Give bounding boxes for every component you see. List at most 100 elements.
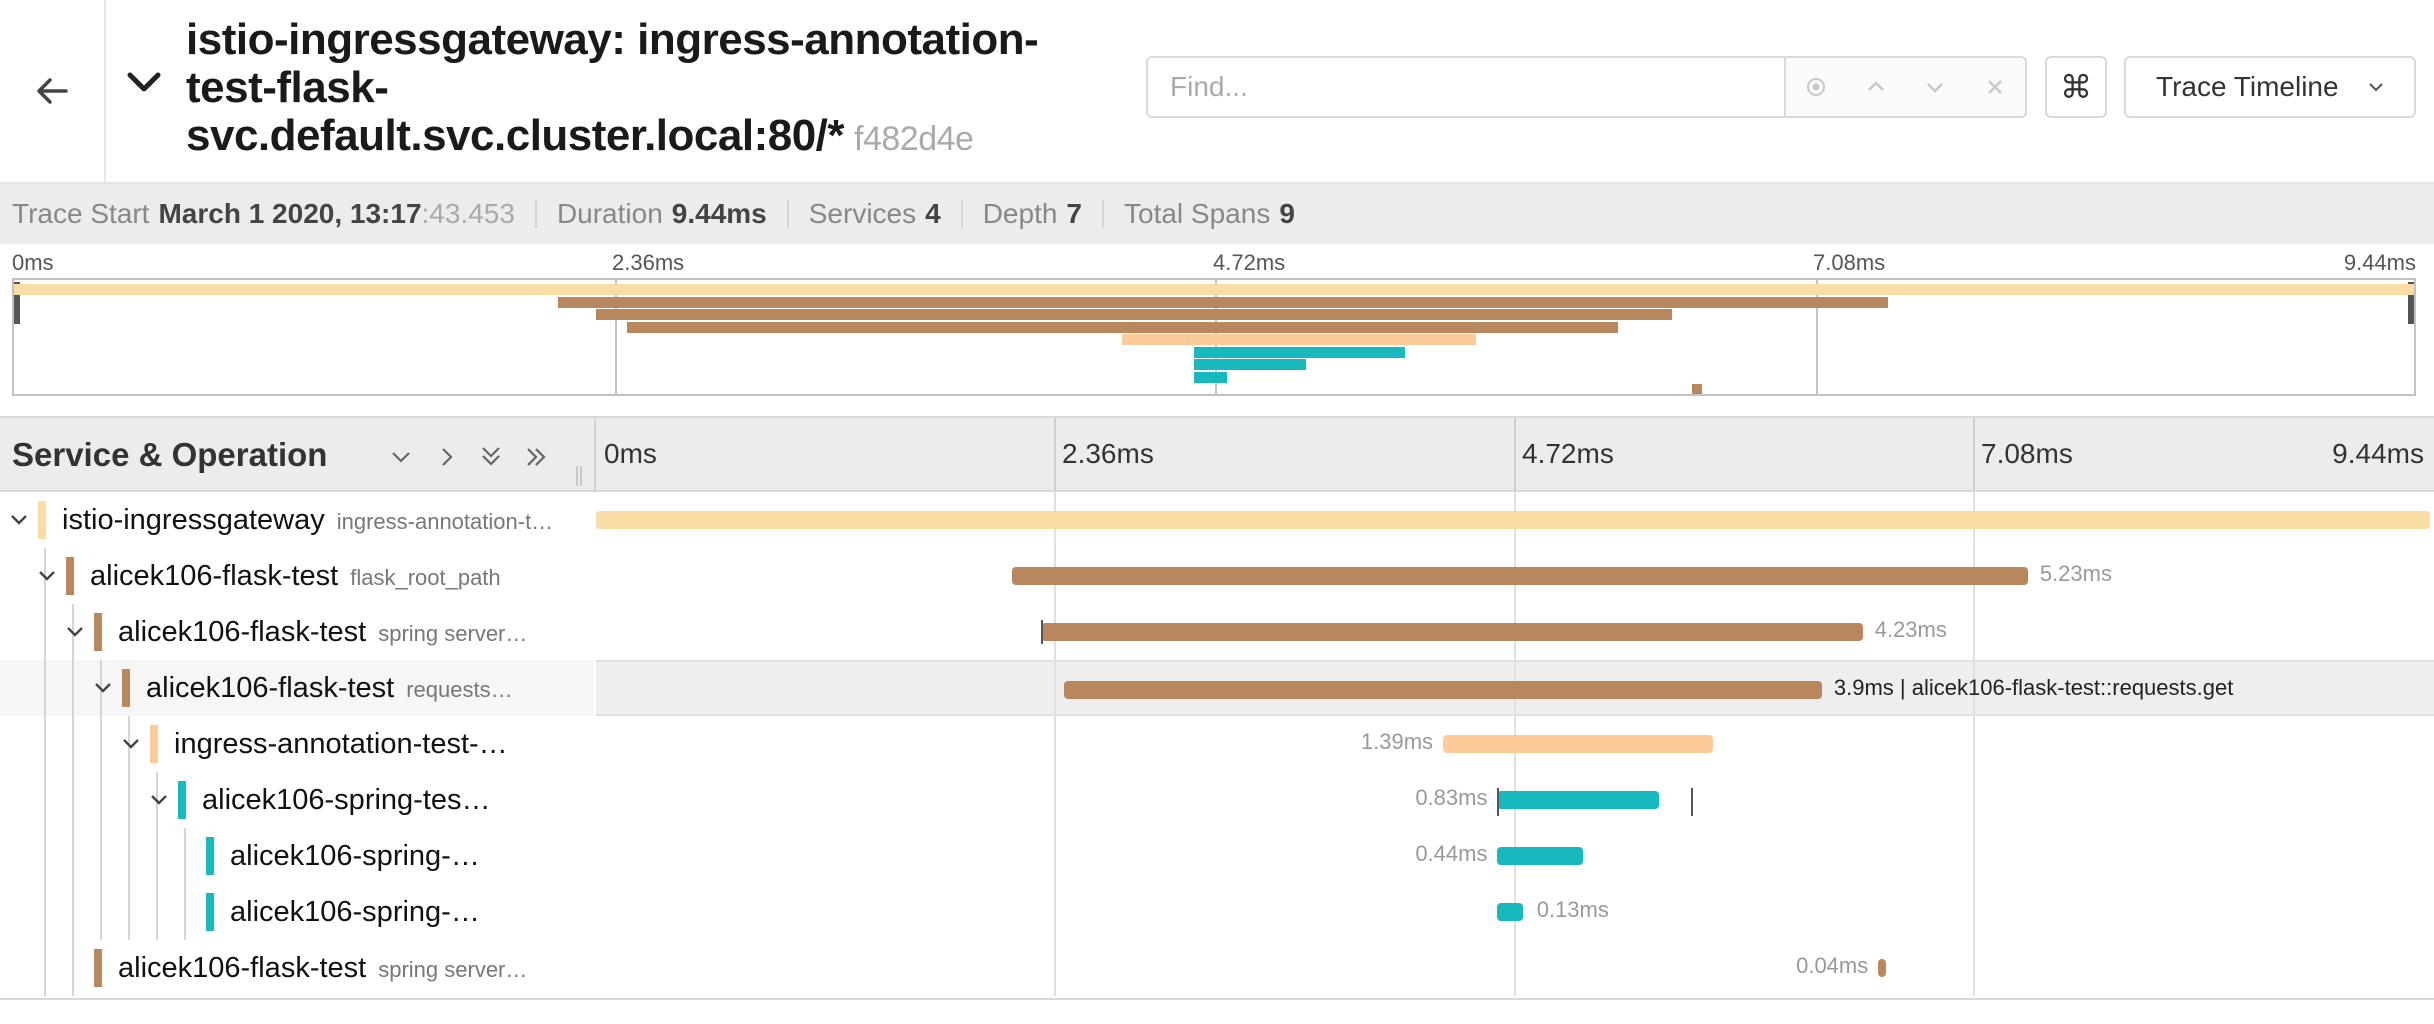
double-chevron-right-icon[interactable] [522, 442, 552, 472]
span-service-cell[interactable]: alicek106-flask-test requests… [0, 660, 594, 716]
tree-guide-line [100, 884, 102, 940]
service-name: alicek106-spring-… [230, 840, 480, 872]
timeline-header: Service & Operation 0ms 2.36ms 4.72ms 7.… [0, 416, 2434, 492]
view-selector[interactable]: Trace Timeline [2124, 56, 2416, 118]
depth-value: 7 [1066, 198, 1082, 229]
span-bar-cell[interactable]: 0.04ms [596, 940, 2434, 996]
span-bar[interactable] [1011, 567, 2028, 585]
services-value: 4 [925, 198, 941, 229]
minimap-span-bar [1691, 384, 1703, 394]
span-service-cell[interactable]: istio-ingressgateway ingress-annotation-t… [0, 492, 594, 548]
timeline-grid-line [1514, 940, 1516, 996]
timeline-tick: 0ms [604, 438, 657, 469]
tree-guide-line [72, 940, 74, 996]
span-row[interactable]: ingress-annotation-test-… 1.39ms [0, 716, 2434, 772]
span-row[interactable]: alicek106-spring-… 0.44ms [0, 828, 2434, 884]
find-actions [1786, 58, 2025, 116]
span-service-cell[interactable]: alicek106-spring-tes… [0, 772, 594, 828]
span-bar-cell[interactable]: 0.83ms [596, 772, 2434, 828]
minimap-canvas[interactable] [12, 278, 2416, 396]
timeline-grid-line [1054, 716, 1056, 772]
timeline-grid-line [1973, 772, 1975, 828]
chevron-down-icon[interactable] [88, 673, 118, 703]
span-bar-cell[interactable]: 3.9ms | alicek106-flask-test::requests.g… [596, 660, 2434, 718]
span-service-cell[interactable]: alicek106-flask-test flask_root_path [0, 548, 594, 604]
chevron-down-icon[interactable] [386, 442, 416, 472]
locate-icon[interactable] [1798, 69, 1834, 105]
tree-guide-line [100, 828, 102, 884]
chevron-down-icon[interactable] [32, 561, 62, 591]
span-service-cell[interactable]: ingress-annotation-test-… [0, 716, 594, 772]
span-bar-cell[interactable] [596, 492, 2434, 548]
span-row[interactable]: alicek106-spring-… 0.13ms [0, 884, 2434, 940]
span-service-cell[interactable]: alicek106-flask-test spring server… [0, 604, 594, 660]
span-bar-cell[interactable]: 0.13ms [596, 884, 2434, 940]
span-bar-cell[interactable]: 1.39ms [596, 716, 2434, 772]
span-label: alicek106-flask-test flask_root_path [90, 548, 582, 604]
chevron-down-icon[interactable] [4, 505, 34, 535]
span-row[interactable]: alicek106-flask-test flask_root_path 5.23m… [0, 548, 2434, 604]
span-log-marker[interactable] [1691, 788, 1694, 816]
span-bar[interactable] [1497, 791, 1659, 809]
operation-name: spring server… [378, 957, 528, 982]
find-input[interactable] [1148, 58, 1786, 116]
trace-minimap[interactable]: 0ms 2.36ms 4.72ms 7.08ms 9.44ms [0, 244, 2434, 416]
tree-guide-line [72, 884, 74, 940]
span-row[interactable]: alicek106-flask-test spring server… 0.04ms [0, 940, 2434, 996]
service-name: alicek106-flask-test [118, 952, 367, 984]
minimap-span-bar [1193, 346, 1405, 358]
chevron-right-icon[interactable] [432, 442, 462, 472]
duration-label: Duration [556, 198, 663, 229]
chevron-down-icon[interactable] [124, 62, 164, 102]
column-resizer-icon[interactable] [574, 466, 584, 486]
tree-guide-line [44, 884, 46, 940]
span-log-marker[interactable] [1497, 788, 1500, 816]
service-color-marker [150, 725, 158, 763]
span-label: alicek106-spring-… [230, 828, 582, 884]
depth: Depth 7 [983, 198, 1082, 230]
span-duration-label: 5.23ms [2039, 561, 2112, 586]
keyboard-shortcuts-button[interactable]: ⌘ [2045, 56, 2107, 118]
timeline-grid-line [1054, 662, 1056, 718]
chevron-down-icon[interactable] [60, 617, 90, 647]
span-duration-label: 1.39ms [1360, 729, 1434, 754]
span-log-marker[interactable] [1040, 620, 1043, 644]
service-name: alicek106-flask-test [90, 560, 339, 592]
span-row[interactable]: alicek106-flask-test requests… 3.9ms | ali… [0, 660, 2434, 718]
span-bar[interactable] [1497, 847, 1583, 865]
span-row[interactable]: alicek106-flask-test spring server… 4.23ms [0, 604, 2434, 660]
span-bar[interactable] [596, 511, 2430, 529]
span-bar[interactable] [1878, 959, 1887, 977]
back-button[interactable] [0, 0, 106, 182]
span-service-cell[interactable]: alicek106-flask-test spring server… [0, 940, 594, 996]
span-bar[interactable] [1040, 623, 1863, 641]
clear-icon[interactable] [1977, 69, 2013, 105]
span-service-cell[interactable]: alicek106-spring-… [0, 828, 594, 884]
span-bar[interactable] [1064, 681, 1822, 699]
chevron-down-icon[interactable] [116, 729, 146, 759]
tree-guide-line [44, 604, 46, 660]
span-bar[interactable] [1443, 735, 1714, 753]
span-row[interactable]: alicek106-spring-tes… 0.83ms [0, 772, 2434, 828]
service-color-marker [206, 837, 214, 875]
tree-guide-line [100, 716, 102, 772]
tree-guide-line [100, 772, 102, 828]
double-chevron-down-icon[interactable] [476, 442, 506, 472]
span-label: alicek106-flask-test spring server… [118, 604, 582, 660]
divider [0, 998, 2434, 1000]
span-duration-label: 4.23ms [1874, 617, 1947, 642]
span-duration-label: 0.83ms [1415, 785, 1488, 810]
span-bar-cell[interactable]: 5.23ms [596, 548, 2434, 604]
span-bar-cell[interactable]: 4.23ms [596, 604, 2434, 660]
chevron-up-icon[interactable] [1858, 69, 1894, 105]
divider [534, 200, 537, 228]
timeline-grid-line [1054, 772, 1056, 828]
span-label: alicek106-flask-test requests… [146, 660, 582, 716]
span-row[interactable]: istio-ingressgateway ingress-annotation-t… [0, 492, 2434, 548]
span-bar-cell[interactable]: 0.44ms [596, 828, 2434, 884]
chevron-down-icon[interactable] [144, 785, 174, 815]
span-bar[interactable] [1497, 903, 1523, 921]
chevron-down-icon[interactable] [1917, 69, 1953, 105]
span-service-cell[interactable]: alicek106-spring-… [0, 884, 594, 940]
timeline-grid-line [1054, 828, 1056, 884]
